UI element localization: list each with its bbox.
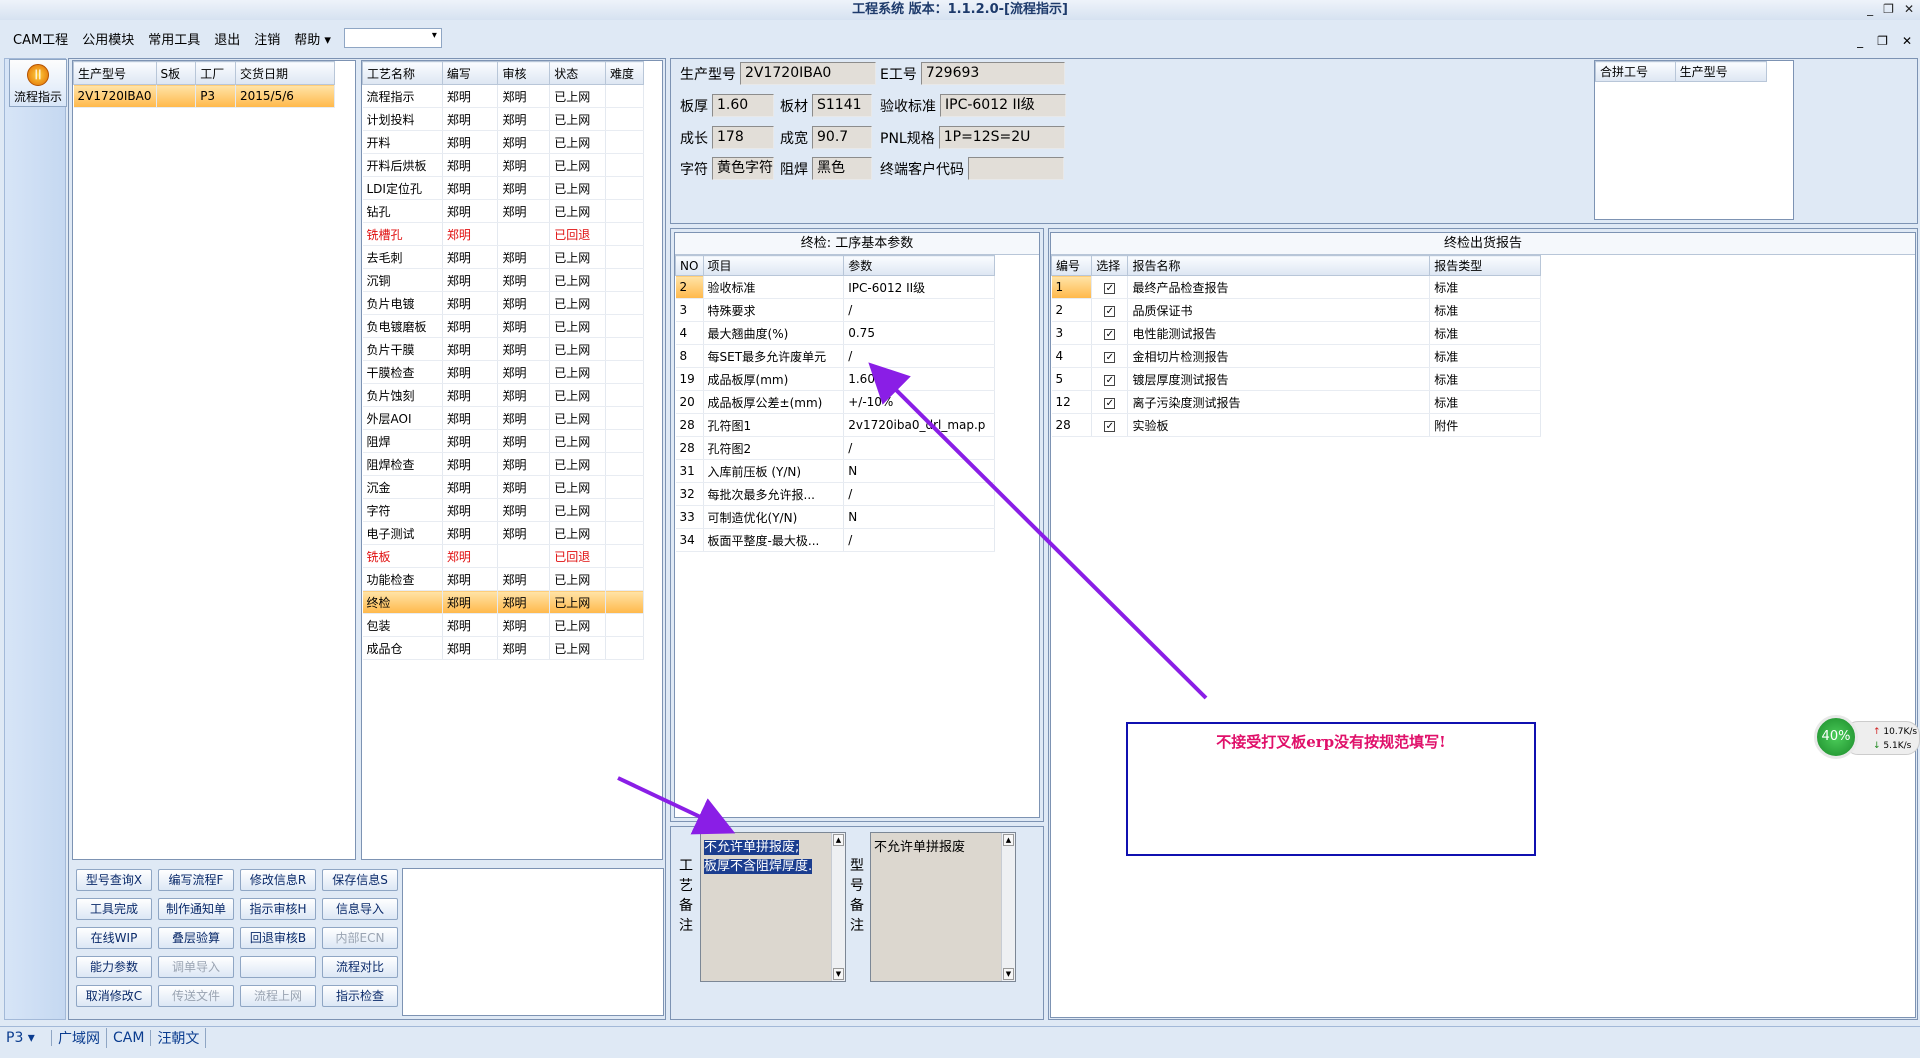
arrow-to-param — [868, 362, 1208, 700]
status-user: 汪朝文 — [151, 1027, 207, 1048]
status-factory-select[interactable]: P3 ▾ — [0, 1029, 52, 1046]
status-module: CAM — [107, 1029, 152, 1046]
annotation-arrows — [617, 362, 1208, 835]
net-speed-widget[interactable]: ↑ 10.7K/s ↓ 5.1K/s 40% — [1812, 713, 1920, 759]
status-bar: P3 ▾ 广域网 CAM 汪朝文 — [0, 1026, 1920, 1048]
status-network: 广域网 — [52, 1027, 107, 1048]
arrow-to-remark — [617, 776, 736, 835]
upload-speed: 10.7K/s — [1883, 727, 1918, 737]
cpu-percent: 40% — [1814, 715, 1858, 759]
download-speed: 5.1K/s — [1883, 741, 1912, 751]
